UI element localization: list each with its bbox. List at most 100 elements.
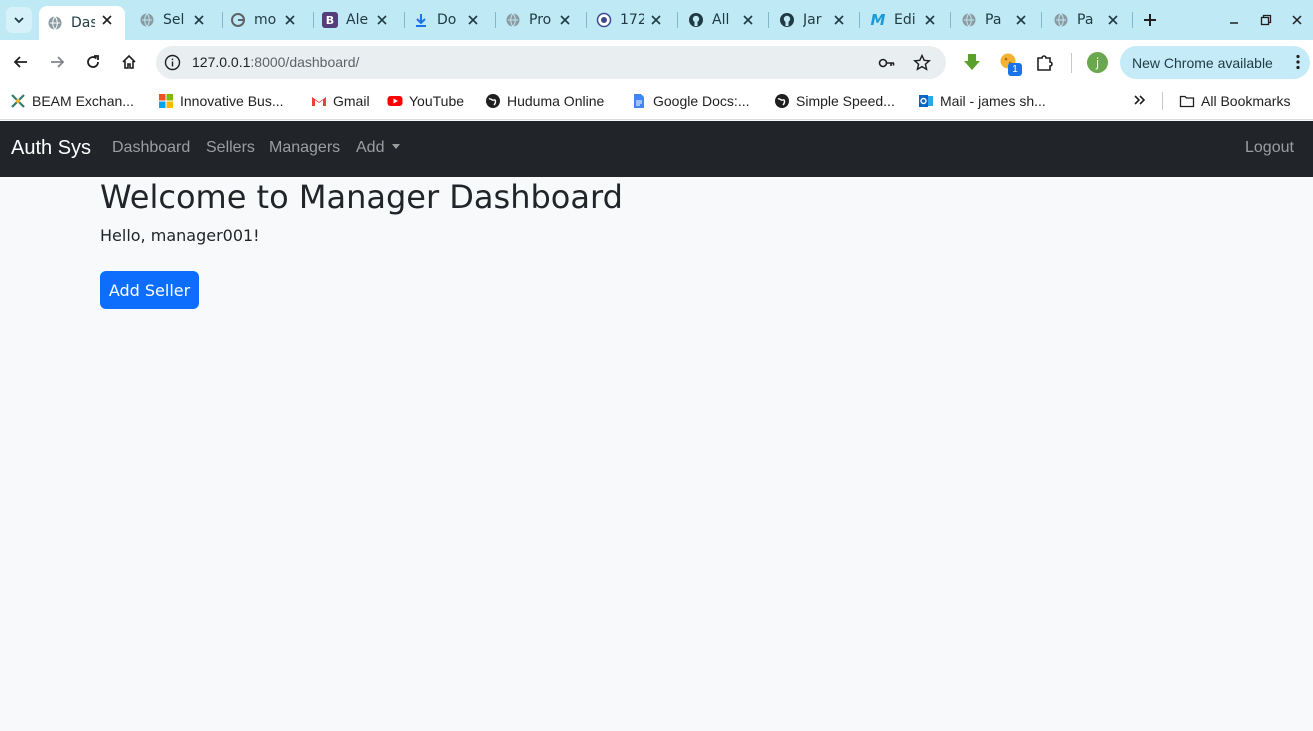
close-icon[interactable] <box>374 12 390 28</box>
beam-icon <box>10 93 26 109</box>
tab-github-all[interactable]: All <box>680 6 766 34</box>
bookmark-beam[interactable]: BEAM Exchan... <box>10 91 134 111</box>
chevron-down-icon <box>14 17 24 24</box>
bootstrap-icon: B <box>322 12 338 28</box>
double-chevron-right-icon[interactable] <box>1131 91 1149 109</box>
all-bookmarks-label: All Bookmarks <box>1201 93 1291 109</box>
bookmark-label: Innovative Bus... <box>180 93 284 109</box>
all-bookmarks-button[interactable]: All Bookmarks <box>1179 91 1290 111</box>
close-icon[interactable] <box>191 12 207 28</box>
tab-172[interactable]: 172 <box>588 6 674 34</box>
browser-toolbar: 127.0.0.1:8000/dashboard/ <box>0 40 1313 84</box>
bookmark-mail[interactable]: Mail - james sh... <box>918 91 1046 111</box>
url-text[interactable]: 127.0.0.1:8000/dashboard/ <box>192 54 359 70</box>
tab-dashboard[interactable]: Das <box>39 6 125 40</box>
close-icon[interactable] <box>831 12 847 28</box>
download-icon <box>413 12 429 28</box>
bookmark-google-docs[interactable]: Google Docs:... <box>631 91 750 111</box>
globe-icon <box>774 93 790 109</box>
page-title: Welcome to Manager Dashboard <box>100 178 623 216</box>
info-icon[interactable] <box>164 54 181 71</box>
bookmark-innovative[interactable]: Innovative Bus... <box>158 91 284 111</box>
youtube-icon <box>387 93 403 109</box>
close-icon[interactable] <box>1105 12 1121 28</box>
profile-avatar[interactable]: j <box>1087 52 1108 73</box>
nav-link-logout[interactable]: Logout <box>1245 139 1294 157</box>
more-vert-icon <box>1296 54 1300 70</box>
google-icon <box>230 12 246 28</box>
bookmark-label: Gmail <box>333 93 370 109</box>
close-icon[interactable] <box>99 12 115 28</box>
close-icon[interactable] <box>465 12 481 28</box>
key-icon[interactable] <box>878 54 896 72</box>
restore-button[interactable] <box>1258 12 1274 28</box>
bookmarks-bar: BEAM Exchan... Innovative Bus... Gmail Y… <box>0 84 1313 120</box>
bookmark-gmail[interactable]: Gmail <box>311 91 370 111</box>
close-icon[interactable] <box>648 12 664 28</box>
nav-link-dashboard[interactable]: Dashboard <box>112 139 190 157</box>
window-close-button[interactable] <box>1289 12 1305 28</box>
update-label: New Chrome available <box>1132 54 1273 71</box>
bookmark-label: Mail - james sh... <box>940 93 1046 109</box>
tab-google[interactable]: mo <box>222 6 308 34</box>
github-icon <box>779 12 795 28</box>
tab-page-2[interactable]: Pa <box>1045 6 1131 34</box>
forward-button[interactable] <box>45 50 69 74</box>
home-icon <box>122 54 136 69</box>
bookmark-youtube[interactable]: YouTube <box>387 91 464 111</box>
tab-separator <box>768 12 769 28</box>
globe-icon <box>961 12 977 28</box>
tab-separator <box>495 12 496 28</box>
new-tab-button[interactable] <box>1139 9 1161 31</box>
close-icon[interactable] <box>1013 12 1029 28</box>
address-bar[interactable]: 127.0.0.1:8000/dashboard/ <box>156 46 946 79</box>
reload-button[interactable] <box>81 50 105 74</box>
tab-title: Pa <box>985 12 1002 28</box>
minimize-button[interactable] <box>1226 12 1242 28</box>
bookmark-label: Huduma Online <box>507 93 605 109</box>
puzzle-extensions-icon[interactable] <box>1035 52 1055 72</box>
folder-icon <box>1179 93 1195 109</box>
download-arrow-extension-icon[interactable] <box>962 52 982 72</box>
globe-icon <box>139 12 155 28</box>
navbar-brand[interactable]: Auth Sys <box>11 137 91 160</box>
back-button[interactable] <box>9 50 33 74</box>
nav-dropdown-add[interactable]: Add <box>356 139 401 157</box>
tab-separator <box>1132 12 1133 28</box>
nav-link-sellers[interactable]: Sellers <box>206 139 255 157</box>
tab-bootstrap[interactable]: B Ale <box>314 6 400 34</box>
bookmarks-separator <box>1162 92 1163 110</box>
close-icon[interactable] <box>282 12 298 28</box>
tab-edit[interactable]: M Edi <box>862 6 948 34</box>
bookmark-simple-speed[interactable]: Simple Speed... <box>774 91 895 111</box>
plus-icon <box>1144 14 1156 26</box>
tab-title: Sel <box>163 12 185 28</box>
tab-page-1[interactable]: Pa <box>953 6 1039 34</box>
tab-separator <box>950 12 951 28</box>
close-icon[interactable] <box>740 12 756 28</box>
tab-sellers[interactable]: Sel <box>131 6 217 34</box>
add-seller-button[interactable]: Add Seller <box>100 271 199 309</box>
reload-icon <box>87 55 99 68</box>
microsoft-icon <box>158 93 174 109</box>
close-icon[interactable] <box>922 12 938 28</box>
restore-icon <box>1260 14 1272 26</box>
tab-downloads[interactable]: Do <box>405 6 491 34</box>
tab-title: Das <box>71 15 95 31</box>
tab-github-jar[interactable]: Jar <box>771 6 857 34</box>
bookmark-huduma[interactable]: Huduma Online <box>485 91 604 111</box>
bookmark-label: Google Docs:... <box>653 93 750 109</box>
star-icon[interactable] <box>913 54 931 72</box>
tab-strip: Das Sel mo B Ale Do Pro 172 All Jar M Ed… <box>0 0 1313 40</box>
bookmark-label: BEAM Exchan... <box>32 93 134 109</box>
tab-separator <box>586 12 587 28</box>
url-host: 127.0.0.1 <box>192 54 251 70</box>
tab-title: Jar <box>803 12 822 28</box>
home-button[interactable] <box>117 50 141 74</box>
nav-link-managers[interactable]: Managers <box>269 139 340 157</box>
tab-title: All <box>712 12 730 28</box>
close-icon[interactable] <box>557 12 573 28</box>
tab-pro[interactable]: Pro <box>497 6 583 34</box>
chrome-update-button[interactable]: New Chrome available <box>1120 46 1310 79</box>
tab-search-button[interactable] <box>6 7 32 33</box>
